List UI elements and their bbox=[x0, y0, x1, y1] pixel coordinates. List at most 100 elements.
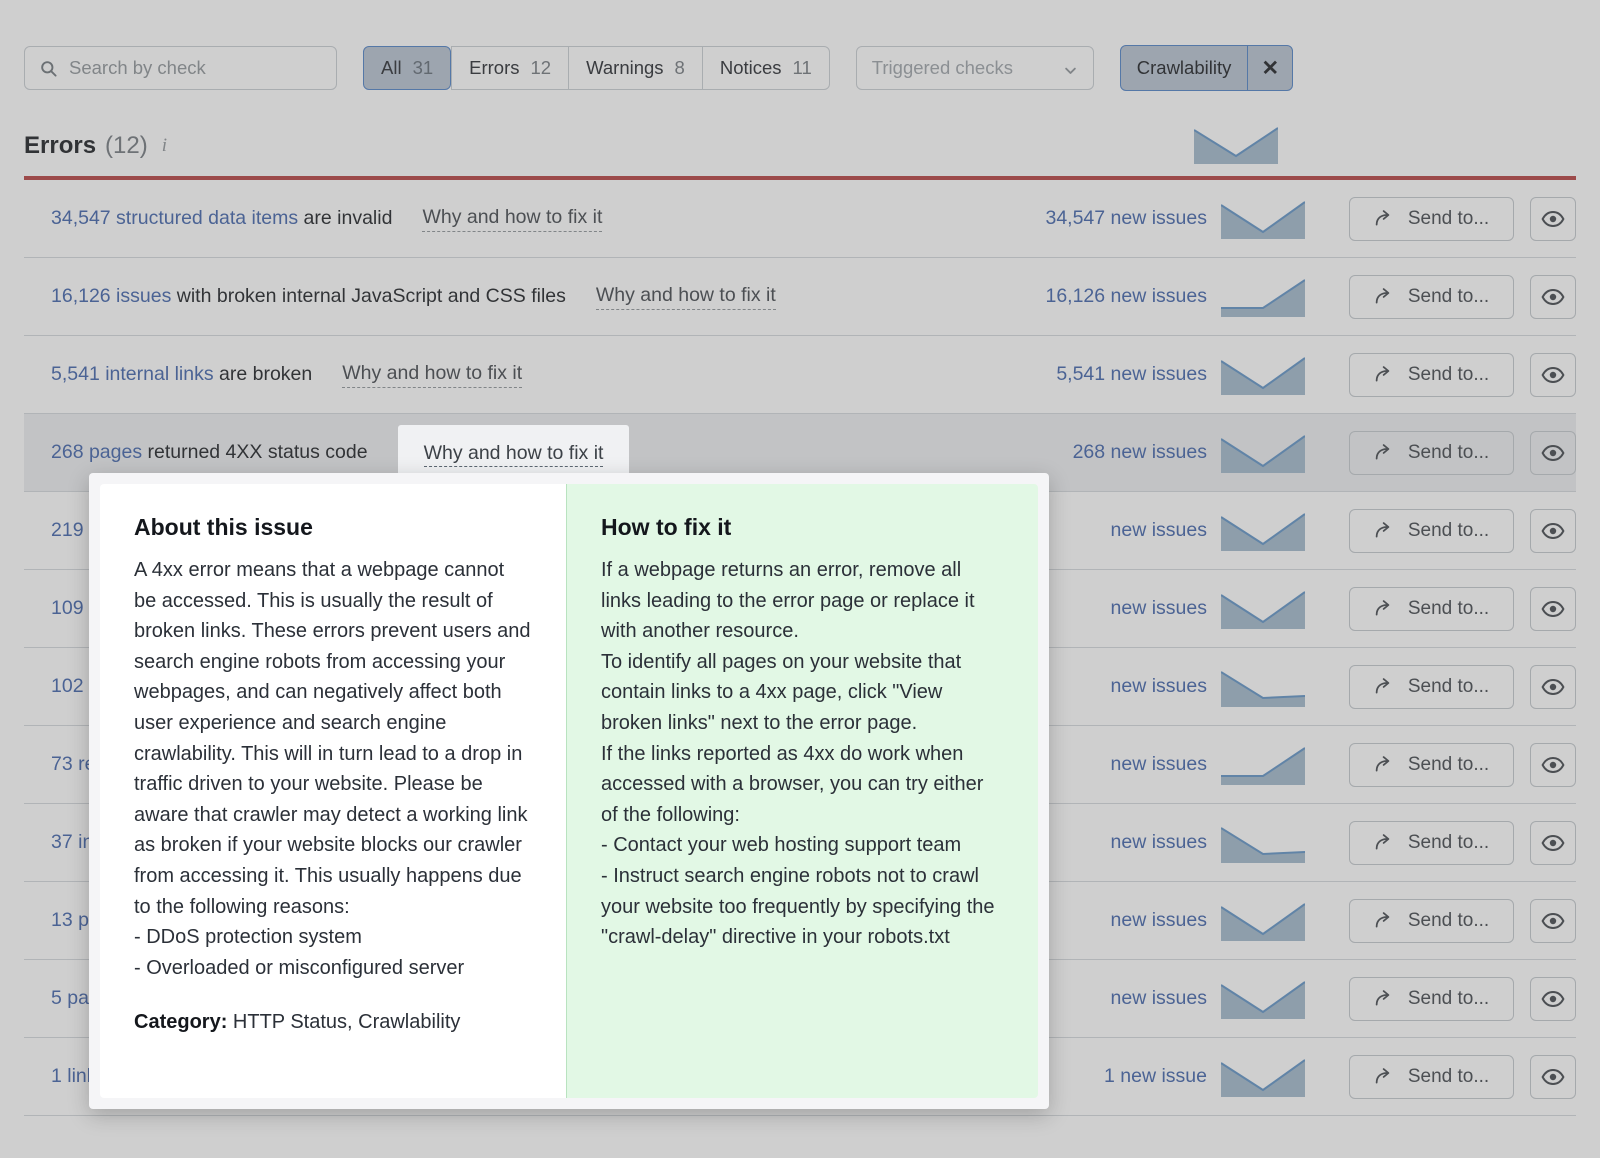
eye-icon bbox=[1541, 285, 1565, 309]
send-to-button[interactable]: Send to... bbox=[1349, 665, 1514, 709]
why-and-how-to-fix-it-link[interactable]: Why and how to fix it bbox=[342, 362, 522, 388]
filter-chip-crawlability[interactable]: Crawlability ✕ bbox=[1120, 45, 1294, 91]
share-arrow-icon bbox=[1374, 208, 1395, 229]
toggle-visibility-button[interactable] bbox=[1530, 197, 1576, 241]
search-by-check-box[interactable] bbox=[24, 46, 337, 90]
send-to-label: Send to... bbox=[1408, 520, 1489, 542]
toggle-visibility-button[interactable] bbox=[1530, 509, 1576, 553]
send-to-button[interactable]: Send to... bbox=[1349, 899, 1514, 943]
send-to-label: Send to... bbox=[1408, 910, 1489, 932]
new-issues-count[interactable]: 16,126 new issues bbox=[957, 285, 1207, 308]
toggle-visibility-button[interactable] bbox=[1530, 821, 1576, 865]
issue-title-link[interactable]: 5,541 internal links bbox=[51, 363, 214, 385]
page-title: Errors bbox=[24, 132, 96, 160]
tab-all[interactable]: All 31 bbox=[363, 46, 451, 90]
send-to-button[interactable]: Send to... bbox=[1349, 275, 1514, 319]
send-to-button[interactable]: Send to... bbox=[1349, 431, 1514, 475]
trend-sparkline bbox=[1207, 277, 1319, 317]
eye-icon bbox=[1541, 831, 1565, 855]
table-row[interactable]: 34,547 structured data items are invalid… bbox=[24, 180, 1576, 258]
issue-title: 16,126 issues with broken internal JavaS… bbox=[24, 285, 566, 308]
toggle-visibility-button[interactable] bbox=[1530, 275, 1576, 319]
issue-title-text: are broken bbox=[214, 363, 313, 385]
send-to-label: Send to... bbox=[1408, 364, 1489, 386]
send-to-button[interactable]: Send to... bbox=[1349, 353, 1514, 397]
toggle-visibility-button[interactable] bbox=[1530, 665, 1576, 709]
toggle-visibility-button[interactable] bbox=[1530, 431, 1576, 475]
issue-title: 37 in bbox=[24, 831, 93, 854]
tab-errors-label: Errors bbox=[469, 57, 519, 79]
toggle-visibility-button[interactable] bbox=[1530, 977, 1576, 1021]
errors-section-header: Errors (12) i bbox=[24, 120, 1576, 172]
trend-sparkline bbox=[1207, 355, 1319, 395]
send-to-button[interactable]: Send to... bbox=[1349, 821, 1514, 865]
about-this-issue-heading: About this issue bbox=[134, 514, 532, 541]
send-to-label: Send to... bbox=[1408, 676, 1489, 698]
tab-warnings[interactable]: Warnings 8 bbox=[568, 46, 702, 90]
issue-title: 5,541 internal links are broken bbox=[24, 363, 312, 386]
issue-title: 34,547 structured data items are invalid bbox=[24, 207, 392, 230]
category-label: Category: bbox=[134, 1011, 227, 1033]
toggle-visibility-button[interactable] bbox=[1530, 587, 1576, 631]
share-arrow-icon bbox=[1374, 598, 1395, 619]
category-line: Category: HTTP Status, Crawlability bbox=[134, 1007, 532, 1038]
info-icon[interactable]: i bbox=[162, 135, 167, 157]
how-to-fix-it-body: If a webpage returns an error, remove al… bbox=[601, 555, 1004, 953]
send-to-button[interactable]: Send to... bbox=[1349, 1055, 1514, 1099]
trend-sparkline bbox=[1207, 823, 1319, 863]
why-and-how-to-fix-it-link-active[interactable]: Why and how to fix it bbox=[398, 425, 630, 480]
table-row[interactable]: 5,541 internal links are broken Why and h… bbox=[24, 336, 1576, 414]
issue-title-link[interactable]: 109 i bbox=[51, 597, 93, 619]
issue-title-link[interactable]: 37 in bbox=[51, 831, 93, 853]
issue-title-text: are invalid bbox=[298, 207, 392, 229]
tab-warnings-label: Warnings bbox=[586, 57, 663, 79]
issue-title-link[interactable]: 34,547 structured data items bbox=[51, 207, 298, 229]
issue-title: 109 i bbox=[24, 597, 93, 620]
share-arrow-icon bbox=[1374, 754, 1395, 775]
send-to-button[interactable]: Send to... bbox=[1349, 977, 1514, 1021]
header-sparkline bbox=[1194, 124, 1278, 164]
table-row[interactable]: 16,126 issues with broken internal JavaS… bbox=[24, 258, 1576, 336]
chevron-down-icon bbox=[1063, 61, 1078, 76]
trend-sparkline bbox=[1207, 199, 1319, 239]
filters-toolbar: All 31 Errors 12 Warnings 8 Notices 11 T… bbox=[24, 24, 1576, 112]
toggle-visibility-button[interactable] bbox=[1530, 899, 1576, 943]
issue-title-link[interactable]: 268 pages bbox=[51, 441, 142, 463]
share-arrow-icon bbox=[1374, 1066, 1395, 1087]
toggle-visibility-button[interactable] bbox=[1530, 1055, 1576, 1099]
triggered-checks-dropdown[interactable]: Triggered checks bbox=[856, 46, 1094, 90]
eye-icon bbox=[1541, 753, 1565, 777]
share-arrow-icon bbox=[1374, 364, 1395, 385]
new-issues-count[interactable]: 268 new issues bbox=[957, 441, 1207, 464]
send-to-label: Send to... bbox=[1408, 988, 1489, 1010]
share-arrow-icon bbox=[1374, 910, 1395, 931]
send-to-button[interactable]: Send to... bbox=[1349, 509, 1514, 553]
trend-sparkline bbox=[1207, 901, 1319, 941]
why-and-how-to-fix-it-link[interactable]: Why and how to fix it bbox=[596, 284, 776, 310]
share-arrow-icon bbox=[1374, 676, 1395, 697]
tab-errors[interactable]: Errors 12 bbox=[451, 46, 568, 90]
toggle-visibility-button[interactable] bbox=[1530, 353, 1576, 397]
send-to-button[interactable]: Send to... bbox=[1349, 743, 1514, 787]
new-issues-count[interactable]: 34,547 new issues bbox=[957, 207, 1207, 230]
send-to-button[interactable]: Send to... bbox=[1349, 197, 1514, 241]
send-to-label: Send to... bbox=[1408, 286, 1489, 308]
tab-notices[interactable]: Notices 11 bbox=[702, 46, 830, 90]
issue-title-link[interactable]: 16,126 issues bbox=[51, 285, 171, 307]
eye-icon bbox=[1541, 987, 1565, 1011]
search-input[interactable] bbox=[69, 57, 322, 79]
toggle-visibility-button[interactable] bbox=[1530, 743, 1576, 787]
trend-sparkline bbox=[1207, 1057, 1319, 1097]
send-to-button[interactable]: Send to... bbox=[1349, 587, 1514, 631]
errors-count: (12) bbox=[105, 132, 148, 160]
why-and-how-to-fix-it-label: Why and how to fix it bbox=[424, 442, 604, 467]
close-icon[interactable]: ✕ bbox=[1247, 46, 1292, 90]
eye-icon bbox=[1541, 207, 1565, 231]
new-issues-count[interactable]: 5,541 new issues bbox=[957, 363, 1207, 386]
tab-all-count: 31 bbox=[413, 57, 434, 79]
send-to-label: Send to... bbox=[1408, 1066, 1489, 1088]
share-arrow-icon bbox=[1374, 988, 1395, 1009]
send-to-label: Send to... bbox=[1408, 832, 1489, 854]
share-arrow-icon bbox=[1374, 520, 1395, 541]
why-and-how-to-fix-it-link[interactable]: Why and how to fix it bbox=[422, 206, 602, 232]
